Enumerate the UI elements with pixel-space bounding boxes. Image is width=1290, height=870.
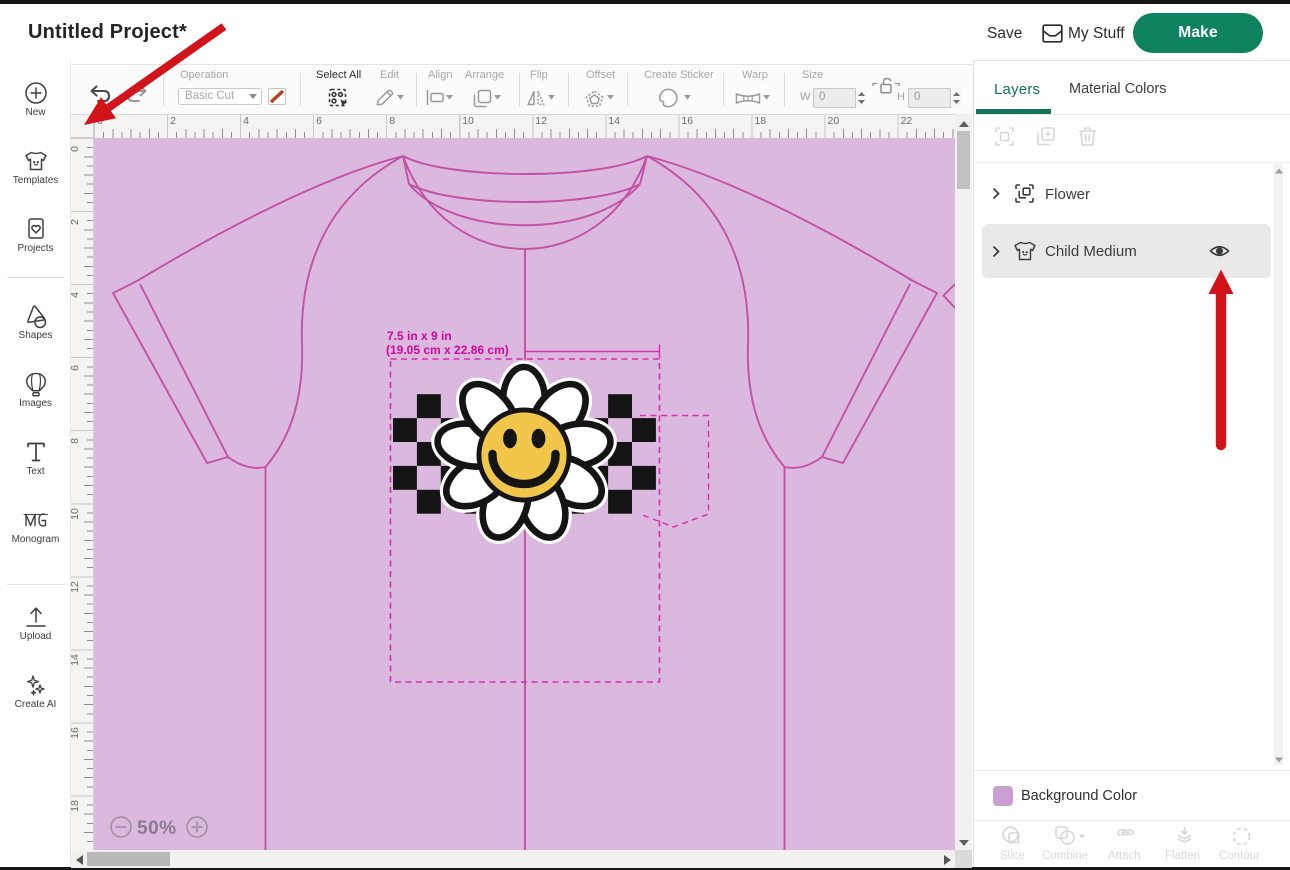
svg-text:(19.05 cm x 22.86 cm): (19.05 cm x 22.86 cm)	[386, 343, 509, 357]
svg-text:7.5 in x 9 in: 7.5 in x 9 in	[387, 329, 452, 343]
svg-text:50%: 50%	[137, 818, 177, 839]
